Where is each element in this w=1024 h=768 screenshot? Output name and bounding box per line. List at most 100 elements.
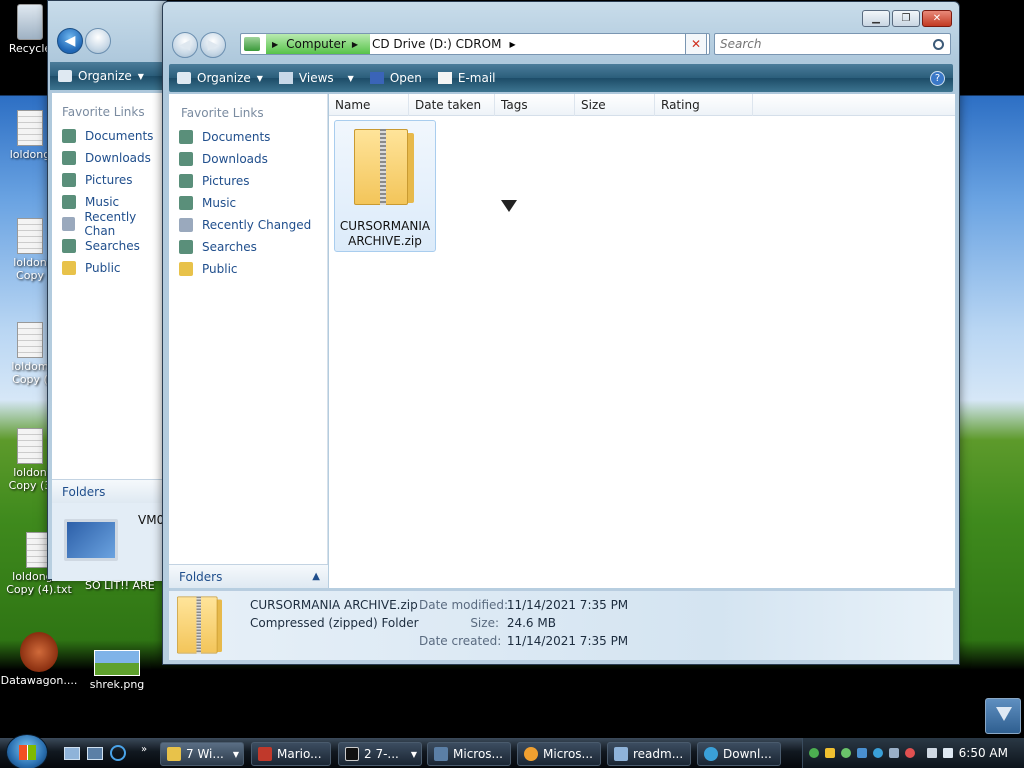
details-date-created-row: Date created: 11/14/2021 7:35 PM <box>419 634 628 648</box>
searches-icon <box>62 239 76 253</box>
nav-link-documents[interactable]: Documents <box>169 126 327 148</box>
address-bar[interactable]: ▶ Computer ▶ CD Drive (D:) CDROM ▶ ▼ <box>240 33 710 55</box>
chevron-right-icon: ▶ <box>509 39 516 49</box>
column-header-tags[interactable]: Tags <box>495 94 575 116</box>
back-window-caption: SO LIT!! ARE <box>85 579 155 592</box>
column-header-size[interactable]: Size <box>575 94 655 116</box>
music-icon <box>62 195 76 209</box>
file-list[interactable]: Name Date taken Tags Size Rating CURSORM… <box>329 94 955 588</box>
taskbar-item[interactable]: 2 7-... ▼ <box>338 742 422 766</box>
nav-link-recently-changed[interactable]: Recently Chan <box>52 210 167 238</box>
zip-folder-icon <box>354 127 416 207</box>
busy-cursor-icon <box>501 200 517 212</box>
tray-shield-icon[interactable] <box>825 748 835 758</box>
details-label: Date created: <box>419 634 502 648</box>
back-window-label: VM0 <box>138 513 165 527</box>
folders-toggle[interactable]: Folders ▲ <box>169 564 328 588</box>
taskbar-item[interactable]: Downl... <box>697 742 781 766</box>
nav-link-documents[interactable]: Documents <box>52 125 167 147</box>
tray-app-icon[interactable] <box>873 748 883 758</box>
switch-windows-icon[interactable] <box>87 747 103 760</box>
taskbar-item[interactable]: readm... <box>607 742 691 766</box>
download-icon <box>704 747 718 761</box>
nav-link-searches[interactable]: Searches <box>169 236 327 258</box>
nav-link-pictures[interactable]: Pictures <box>52 169 167 191</box>
caret-down-icon: ▼ <box>137 71 144 81</box>
column-header-rating[interactable]: Rating <box>655 94 753 116</box>
nav-link-searches[interactable]: Searches <box>52 235 167 257</box>
tray-network-icon[interactable] <box>841 748 851 758</box>
start-button[interactable] <box>6 734 48 768</box>
minimize-button[interactable]: ▁ <box>862 10 890 27</box>
text-file-icon <box>17 322 43 358</box>
searches-icon <box>179 240 193 254</box>
forward-button[interactable] <box>85 28 111 54</box>
notepad-icon <box>614 747 628 761</box>
breadcrumb-computer[interactable]: Computer <box>286 37 346 51</box>
search-input[interactable] <box>720 37 920 51</box>
help-button[interactable]: ? <box>930 70 945 86</box>
command-toolbar: Organize ▼ Views ▼ Open E-mail ? <box>169 64 953 92</box>
nav-link-downloads[interactable]: Downloads <box>169 148 327 170</box>
system-tray: 6:50 AM <box>802 738 1024 768</box>
back-explorer-window[interactable]: ◀ Organize ▼ Favorite Links Documents Dow… <box>47 0 168 581</box>
volume-icon[interactable] <box>943 748 953 758</box>
computer-icon <box>64 519 118 561</box>
stop-button[interactable]: ✕ <box>685 33 707 55</box>
pictures-icon <box>179 174 193 188</box>
breadcrumb-cd-drive[interactable]: CD Drive (D:) CDROM <box>372 37 501 51</box>
caret-down-icon: ▼ <box>410 749 417 759</box>
details-file-name: CURSORMANIA ARCHIVE.zip <box>250 598 418 612</box>
tray-app-icon[interactable] <box>905 748 915 758</box>
organize-button[interactable]: Organize ▼ <box>50 62 152 90</box>
nav-link-pictures[interactable]: Pictures <box>169 170 327 192</box>
nav-link-public[interactable]: Public <box>52 257 167 279</box>
nav-link-public[interactable]: Public <box>169 258 327 280</box>
column-header-date-taken[interactable]: Date taken <box>409 94 495 116</box>
file-item[interactable]: CURSORMANIA ARCHIVE.zip <box>334 120 436 252</box>
explorer-window[interactable]: ▁ ❐ ✕ ◀ ▶ ▶ Computer ▶ CD Drive (D:) CDR… <box>162 1 960 665</box>
nav-link-downloads[interactable]: Downloads <box>52 147 167 169</box>
views-icon <box>278 72 293 84</box>
maximize-button[interactable]: ❐ <box>892 10 920 27</box>
internet-explorer-icon[interactable] <box>110 745 126 761</box>
organize-button[interactable]: Organize ▼ <box>169 64 271 92</box>
back-button[interactable]: ◀ <box>172 32 198 58</box>
clock[interactable]: 6:50 AM <box>959 746 1008 760</box>
forward-button[interactable]: ▶ <box>200 32 226 58</box>
desktop-icon-datawagon[interactable]: Datawagon.... <box>0 632 78 687</box>
email-icon <box>437 72 452 84</box>
arrow-left-icon: ◀ <box>179 37 191 53</box>
downloads-icon <box>62 151 76 165</box>
email-button[interactable]: E-mail <box>430 64 504 92</box>
taskbar-item[interactable]: 7 Wi... ▼ <box>160 742 244 766</box>
back-window-folders-toggle[interactable]: Folders <box>52 479 168 503</box>
pictures-icon <box>62 173 76 187</box>
views-button[interactable]: Views ▼ <box>271 64 362 92</box>
show-desktop-icon[interactable] <box>64 747 80 760</box>
close-icon: ✕ <box>932 13 942 24</box>
favorite-links-heading: Favorite Links <box>62 105 145 119</box>
music-icon <box>179 196 193 210</box>
quick-launch-chevron-icon[interactable]: » <box>141 744 147 755</box>
nav-link-recently-changed[interactable]: Recently Changed <box>169 214 327 236</box>
desktop-icon-shrek[interactable]: shrek.png <box>82 650 152 691</box>
recycle-bin-icon <box>17 4 43 40</box>
close-button[interactable]: ✕ <box>922 10 952 27</box>
download-arrow-icon[interactable] <box>985 698 1021 734</box>
tray-green-icon[interactable] <box>809 748 819 758</box>
nav-link-music[interactable]: Music <box>169 192 327 214</box>
back-button[interactable]: ◀ <box>57 28 83 54</box>
recently-changed-icon <box>62 217 76 231</box>
taskbar-item[interactable]: Micros... <box>517 742 601 766</box>
column-header-name[interactable]: Name <box>329 94 409 116</box>
chevron-right-icon: ▶ <box>272 39 279 49</box>
tray-monitor-icon[interactable] <box>927 748 937 758</box>
open-button[interactable]: Open <box>362 64 430 92</box>
taskbar-item[interactable]: Micros... <box>427 742 511 766</box>
taskbar-item[interactable]: Mario... <box>251 742 331 766</box>
tray-app-icon[interactable] <box>889 748 899 758</box>
search-box[interactable] <box>714 33 951 55</box>
tray-app-icon[interactable] <box>857 748 867 758</box>
search-icon[interactable] <box>933 38 944 50</box>
